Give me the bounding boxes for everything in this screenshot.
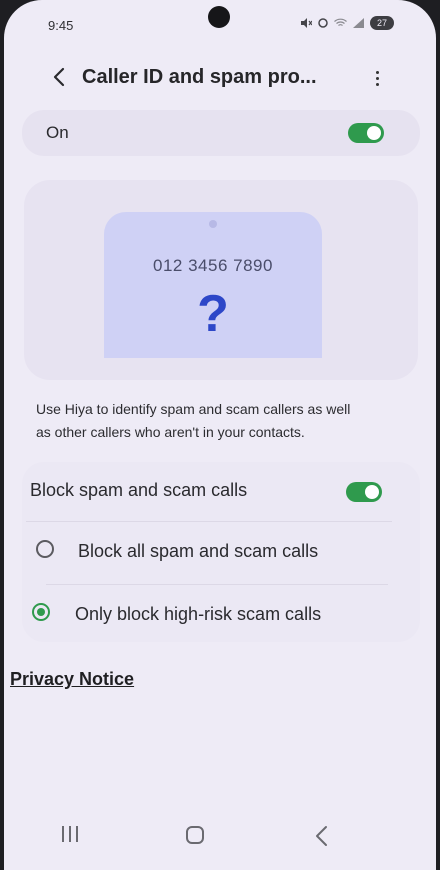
battery-icon: 27: [370, 16, 394, 30]
back-arrow-icon: [53, 67, 65, 87]
phone-illustration: 012 3456 7890 ?: [104, 212, 322, 358]
option-high-risk-label: Only block high-risk scam calls: [75, 604, 322, 624]
phone-screen: 9:45 27 Caller ID and spam pro... On 012…: [4, 0, 436, 870]
block-settings-card: Block spam and scam calls Block all spam…: [22, 462, 420, 642]
illustration-card: 012 3456 7890 ?: [24, 180, 418, 380]
home-icon[interactable]: [186, 826, 204, 844]
app-bar: Caller ID and spam pro...: [4, 56, 436, 100]
master-toggle-switch[interactable]: [348, 123, 384, 143]
radio-high-risk[interactable]: [32, 603, 50, 621]
alarm-icon: [318, 18, 328, 28]
option-high-risk[interactable]: Only block high-risk scam calls: [22, 585, 420, 642]
recent-apps-icon[interactable]: [62, 826, 78, 842]
privacy-notice-link[interactable]: Privacy Notice: [10, 669, 134, 690]
status-time: 9:45: [48, 18, 74, 33]
back-button[interactable]: [44, 62, 74, 92]
more-vert-icon: [375, 70, 379, 74]
radio-block-all[interactable]: [36, 540, 54, 558]
wifi-icon: [334, 18, 347, 27]
option-block-all[interactable]: Block all spam and scam calls: [22, 522, 420, 584]
master-toggle-label: On: [46, 123, 69, 142]
block-spam-label: Block spam and scam calls: [30, 480, 248, 500]
more-options-button[interactable]: [366, 64, 388, 92]
option-block-all-label: Block all spam and scam calls: [78, 541, 319, 561]
status-icons: 27: [300, 16, 394, 30]
illustration-number: 012 3456 7890: [153, 256, 273, 275]
description-text: Use Hiya to identify spam and scam calle…: [36, 401, 351, 440]
master-toggle-row[interactable]: On: [22, 110, 420, 156]
navigation-bar: [4, 816, 436, 860]
camera-notch: [208, 6, 230, 28]
mute-icon: [301, 18, 312, 28]
page-title: Caller ID and spam pro...: [82, 66, 317, 88]
question-mark-icon: ?: [197, 285, 229, 343]
signal-icon: [353, 18, 364, 28]
block-spam-switch[interactable]: [346, 482, 382, 502]
nav-back-icon[interactable]: [312, 824, 332, 848]
block-spam-row[interactable]: Block spam and scam calls: [22, 462, 420, 520]
